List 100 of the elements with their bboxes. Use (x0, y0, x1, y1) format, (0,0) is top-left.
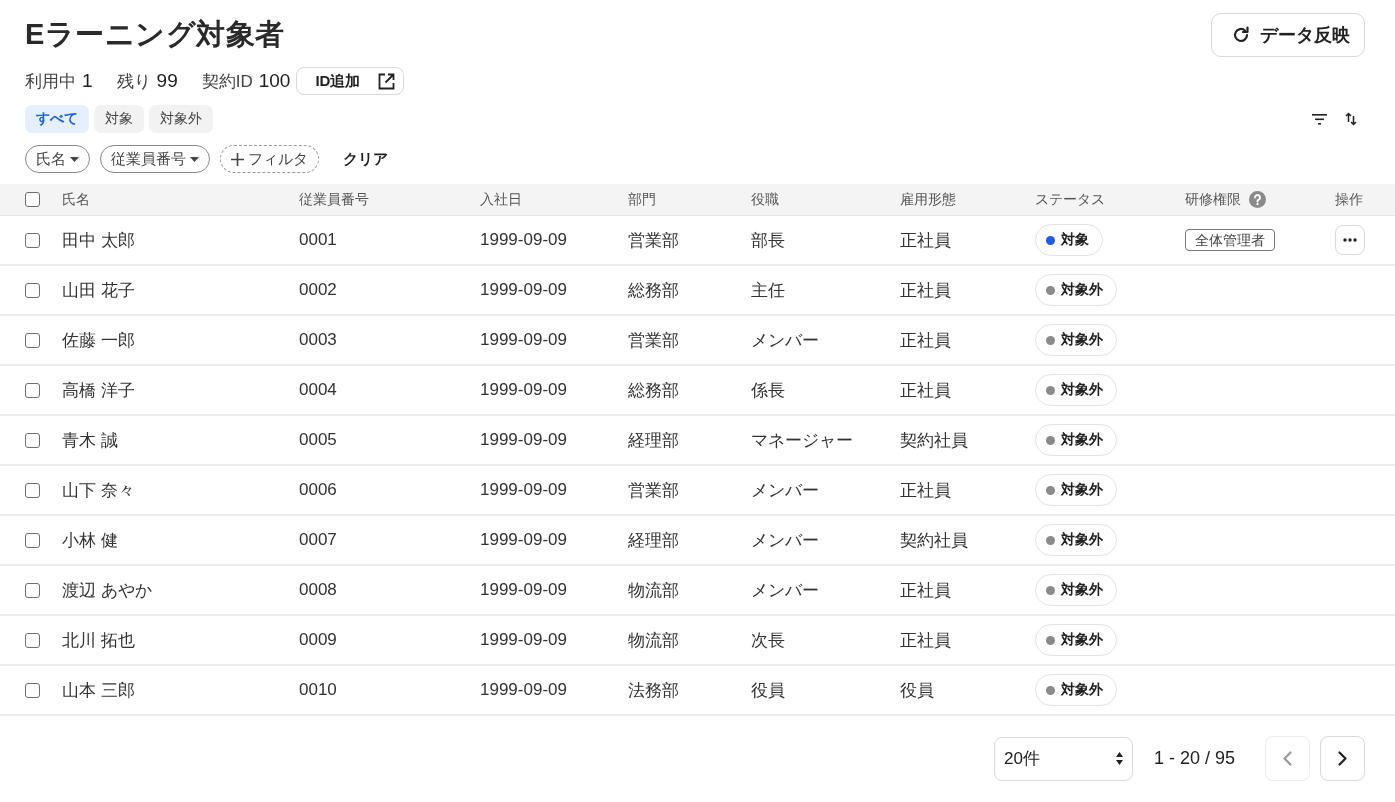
position-cell-text: 部長 (751, 229, 785, 252)
chevron-right-icon (1338, 751, 1347, 766)
plus-icon (231, 152, 244, 166)
employee-number-cell: 0005 (299, 430, 337, 450)
column-header: 役職 (751, 190, 779, 209)
name-cell-text: 小林 健 (62, 529, 118, 552)
column-header: ステータス (1035, 190, 1105, 209)
row-checkbox[interactable] (25, 682, 40, 698)
hire-date-cell: 1999-09-09 (480, 380, 567, 400)
refresh-data-button[interactable]: データ反映 (1211, 13, 1365, 57)
position-cell-text: 主任 (751, 279, 785, 302)
employee-number-cell: 0002 (299, 280, 337, 300)
employee-number-cell: 0007 (299, 530, 337, 550)
department-cell-text: 総務部 (628, 379, 679, 402)
status-tag: 対象外 (1035, 424, 1117, 456)
status-tag: 対象 (1035, 224, 1103, 256)
name-cell-text: 佐藤 一郎 (62, 329, 135, 352)
hire-date-cell: 1999-09-09 (480, 630, 567, 650)
employee-number-cell: 0004 (299, 380, 337, 400)
role-tag: 全体管理者 (1185, 229, 1275, 251)
up-down-icon (1115, 752, 1123, 765)
department-cell-text: 物流部 (628, 579, 679, 602)
column-header: 氏名 (62, 190, 90, 209)
hire-date-cell: 1999-09-09 (480, 530, 567, 550)
position-cell-text: メンバー (751, 529, 819, 552)
select-all-checkbox[interactable] (25, 192, 40, 207)
add-filter-button[interactable]: フィルタ (220, 145, 319, 173)
column-header: 従業員番号 (299, 190, 369, 209)
row-checkbox[interactable] (25, 382, 40, 398)
position-cell-text: 役員 (751, 679, 785, 702)
row-checkbox[interactable] (25, 632, 40, 648)
row-checkbox[interactable] (25, 432, 40, 448)
status-tag: 対象外 (1035, 524, 1117, 556)
filter-chip[interactable]: 氏名 (25, 145, 90, 173)
refresh-icon (1232, 26, 1250, 44)
page-size-select[interactable]: 20件 (993, 736, 1133, 781)
filter-tab[interactable]: 対象 (94, 105, 144, 133)
hire-date-cell: 1999-09-09 (480, 430, 567, 450)
employee-number-cell: 0009 (299, 630, 337, 650)
employment-type-cell-text: 正社員 (900, 279, 951, 302)
employment-type-cell-text: 正社員 (900, 229, 951, 252)
hire-date-cell: 1999-09-09 (480, 580, 567, 600)
employee-number-cell: 0001 (299, 230, 337, 250)
row-checkbox[interactable] (25, 532, 40, 548)
employee-number-cell: 0003 (299, 330, 337, 350)
column-header: 操作 (1335, 190, 1363, 209)
status-tag: 対象外 (1035, 374, 1117, 406)
stat-label: 残り (116, 70, 151, 93)
name-cell-text: 高橋 洋子 (62, 379, 135, 402)
filter-icon (1312, 113, 1327, 125)
position-cell-text: マネージャー (751, 429, 853, 452)
sort-button[interactable] (1345, 112, 1357, 126)
stat-label: 利用中 (25, 70, 76, 93)
stat-value: 99 (156, 70, 178, 92)
sort-icon (1345, 112, 1357, 126)
employment-type-cell-text: 契約社員 (900, 429, 968, 452)
position-cell-text: 係長 (751, 379, 785, 402)
add-id-button[interactable]: ID追加 (296, 67, 405, 95)
position-cell-text: メンバー (751, 479, 819, 502)
more-actions-button[interactable] (1335, 225, 1365, 255)
row-checkbox[interactable] (25, 482, 40, 498)
employee-number-cell: 0010 (299, 680, 337, 700)
department-cell-text: 経理部 (628, 529, 679, 552)
name-cell-text: 山下 奈々 (62, 479, 135, 502)
name-cell-text: 山本 三郎 (62, 679, 135, 702)
department-cell-text: 営業部 (628, 479, 679, 502)
employment-type-cell-text: 役員 (900, 679, 934, 702)
external-link-icon (378, 72, 396, 90)
status-tag: 対象外 (1035, 674, 1117, 706)
name-cell-text: 青木 誠 (62, 429, 118, 452)
employment-type-cell-text: 正社員 (900, 379, 951, 402)
department-cell-text: 総務部 (628, 279, 679, 302)
status-tag: 対象外 (1035, 624, 1117, 656)
chevron-left-icon (1283, 751, 1292, 766)
department-cell-text: 営業部 (628, 229, 679, 252)
caret-icon (70, 156, 79, 162)
hire-date-cell: 1999-09-09 (480, 330, 567, 350)
column-header: 雇用形態 (900, 190, 956, 209)
stat-label: 契約ID (201, 70, 253, 93)
filter-button[interactable] (1312, 113, 1327, 125)
position-cell-text: メンバー (751, 579, 819, 602)
position-cell-text: 次長 (751, 629, 785, 652)
stat-value: 100 (258, 70, 291, 92)
row-checkbox[interactable] (25, 332, 40, 348)
more-icon (1343, 238, 1357, 242)
row-checkbox[interactable] (25, 282, 40, 298)
name-cell-text: 北川 拓也 (62, 629, 135, 652)
hire-date-cell: 1999-09-09 (480, 280, 567, 300)
filter-chip[interactable]: 従業員番号 (100, 145, 210, 173)
row-checkbox[interactable] (25, 232, 40, 248)
clear-filters-button[interactable]: クリア (339, 149, 392, 169)
name-cell-text: 田中 太郎 (62, 229, 135, 252)
employment-type-cell-text: 契約社員 (900, 529, 968, 552)
status-tag: 対象外 (1035, 474, 1117, 506)
filter-tab[interactable]: 対象外 (149, 105, 213, 133)
employment-type-cell-text: 正社員 (900, 579, 951, 602)
row-checkbox[interactable] (25, 582, 40, 598)
filter-tab[interactable]: すべて (25, 105, 89, 133)
employment-type-cell-text: 正社員 (900, 629, 951, 652)
page-range-text: 1 - 20 / 95 (1153, 748, 1235, 769)
